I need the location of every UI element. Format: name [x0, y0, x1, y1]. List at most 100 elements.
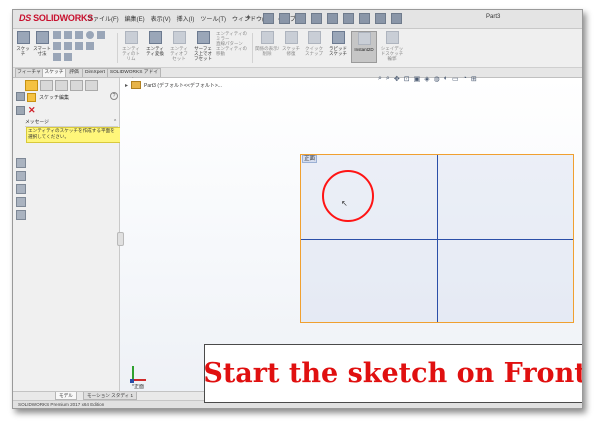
dimxpert-manager-tab[interactable]	[70, 80, 83, 91]
chevron-up-icon[interactable]: ⌃	[113, 119, 117, 126]
zoom-to-fit-icon[interactable]: ⌕	[378, 75, 382, 83]
display-style-icon[interactable]: ◈	[424, 75, 429, 83]
feature-tree-flyout[interactable]: ▸ Part3 (デフォルト<<デフォルト>...	[125, 81, 222, 89]
ds-logo-mark: DS	[19, 13, 32, 23]
smart-dimension-button[interactable]: スマート寸法	[33, 31, 51, 56]
edit-appearance-icon[interactable]: ◐	[444, 75, 448, 83]
apply-scene-icon[interactable]: ▭	[452, 75, 459, 83]
offset-surface-icon	[196, 31, 210, 44]
tab-addins[interactable]: SOLIDWORKS アドイン	[107, 68, 161, 83]
property-manager-title: スケッチ編集	[27, 93, 69, 102]
relations-icon	[260, 31, 274, 44]
rectangle-icon[interactable]	[53, 42, 61, 50]
previous-view-icon[interactable]: ✥	[394, 75, 400, 83]
part-name: Part3 (デフォルト<<デフォルト>...	[144, 82, 222, 89]
manager-tabs	[25, 80, 98, 91]
circle-icon[interactable]	[86, 31, 94, 39]
sketch-plane-icon[interactable]	[16, 158, 26, 168]
menu-view[interactable]: 表示(V)	[151, 14, 171, 23]
undo-icon[interactable]	[327, 13, 338, 24]
document-title: Part3	[486, 14, 501, 20]
status-text: SOLIDWORKS Premium 2017 x64 Edition	[18, 402, 105, 407]
zoom-to-area-icon[interactable]: ⌕	[386, 75, 390, 83]
front-plane[interactable]: 正面 ↖	[300, 154, 574, 323]
plane-icon[interactable]	[64, 53, 72, 61]
text-icon[interactable]	[86, 42, 94, 50]
arc-icon[interactable]	[64, 31, 72, 39]
save-icon[interactable]	[295, 13, 306, 24]
display-style-icon[interactable]	[16, 210, 26, 220]
panel-collapse-handle[interactable]	[117, 232, 124, 246]
display-relations-button[interactable]: 関係の表示/削除	[255, 31, 279, 56]
property-manager-tab[interactable]	[40, 80, 53, 91]
caption-box: Start the sketch on Front	[203, 344, 582, 403]
repair-sketch-button[interactable]: スケッチ修復	[281, 31, 301, 56]
triad-y-axis	[132, 366, 134, 380]
offset-entities-button[interactable]: エンティティオフセット	[168, 31, 190, 61]
camera-icon[interactable]	[16, 184, 26, 194]
open-icon[interactable]	[279, 13, 290, 24]
tab-model[interactable]: モデル	[55, 392, 77, 400]
sketch-icon	[16, 31, 30, 44]
view-orientation-icon[interactable]: ▣	[414, 75, 421, 83]
fillet-icon[interactable]	[53, 53, 61, 61]
tab-features[interactable]: フィーチャー	[15, 68, 43, 83]
message-section-header[interactable]: メッセージ ⌃	[25, 119, 118, 127]
display-manager-tab[interactable]	[85, 80, 98, 91]
pin-menu-icon[interactable]: ✦	[245, 13, 252, 22]
tab-motion-study[interactable]: モーション スタディ 1	[83, 392, 138, 400]
configuration-manager-tab[interactable]	[55, 80, 68, 91]
tab-evaluate[interactable]: 評価	[65, 68, 83, 77]
rapid-sketch-icon	[331, 31, 345, 44]
hide-show-items-icon[interactable]: ◍	[434, 75, 440, 83]
shaded-sketch-contours-button[interactable]: シェイデッドスケッチ輪郭	[379, 31, 405, 61]
section-view-icon[interactable]: ⊡	[404, 75, 410, 83]
title-bar: DS SOLIDWORKS ファイル(F) 編集(E) 表示(V) 挿入(I) ツ…	[13, 10, 582, 29]
polygon-icon[interactable]	[75, 42, 83, 50]
sketch-tool-button[interactable]: スケッチ	[15, 31, 31, 56]
filter-icon[interactable]	[16, 92, 25, 101]
monitor-icon[interactable]: ⊞	[471, 75, 477, 83]
close-icon[interactable]: ✕	[28, 105, 36, 116]
instant2d-button[interactable]: Instant2D	[351, 31, 377, 63]
trim-entities-button[interactable]: エンティティのトリム	[120, 31, 142, 61]
section-view-icon[interactable]	[16, 197, 26, 207]
select-icon[interactable]	[343, 13, 354, 24]
normal-to-icon[interactable]	[16, 171, 26, 181]
view-settings-icon[interactable]: ◔	[463, 75, 467, 83]
convert-entities-button[interactable]: エンティティ変換	[144, 31, 166, 56]
slot-icon[interactable]	[64, 42, 72, 50]
smart-dimension-icon	[35, 31, 49, 44]
menu-edit[interactable]: 編集(E)	[125, 14, 145, 23]
mirror-entities-button[interactable]: エンティティのミラー 直線パターン エンティティの移動	[216, 31, 250, 56]
triad-x-axis	[132, 379, 146, 381]
menu-tools[interactable]: ツール(T)	[200, 14, 226, 23]
spline-icon[interactable]	[75, 31, 83, 39]
tab-dimxpert[interactable]: DimXpert	[82, 68, 108, 77]
sketch-entities-palette[interactable]	[53, 31, 113, 61]
point-icon[interactable]	[97, 31, 105, 39]
rebuild-icon[interactable]	[359, 13, 370, 24]
tab-sketch[interactable]: スケッチ	[42, 68, 66, 77]
menu-insert[interactable]: 挿入(I)	[177, 14, 195, 23]
options-gear-icon[interactable]	[391, 13, 402, 24]
view-tools-column	[16, 158, 26, 223]
file-properties-icon[interactable]	[375, 13, 386, 24]
new-document-icon[interactable]	[263, 13, 274, 24]
repair-icon	[284, 31, 298, 44]
panel-side-icons	[16, 92, 25, 120]
expand-arrow-icon[interactable]: ▸	[125, 82, 128, 89]
arrow-left-icon[interactable]	[16, 106, 25, 115]
print-icon[interactable]	[311, 13, 322, 24]
view-name-label: *正面	[132, 384, 144, 390]
help-icon[interactable]: ?	[110, 92, 118, 100]
feature-manager-tab[interactable]	[25, 80, 38, 91]
offset-on-surface-button[interactable]: サーフェス上でオフセット	[192, 31, 214, 61]
rapid-sketch-button[interactable]: ラピッドスケッチ	[327, 31, 349, 56]
instant2d-icon	[357, 32, 371, 45]
menu-file[interactable]: ファイル(F)	[87, 14, 119, 23]
quick-snaps-button[interactable]: クイックスナップ	[303, 31, 325, 56]
offset-icon	[172, 31, 186, 44]
line-icon[interactable]	[53, 31, 61, 39]
plane-label: 正面	[302, 155, 318, 163]
